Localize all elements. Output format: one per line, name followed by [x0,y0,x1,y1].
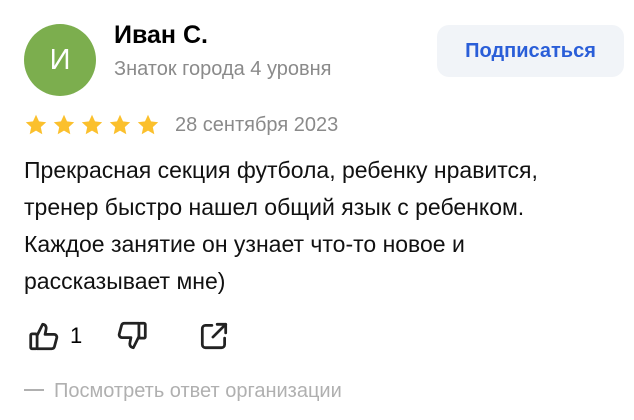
avatar-letter: И [49,43,71,76]
like-count: 1 [70,323,83,348]
dislike-button[interactable] [112,316,152,356]
star-icon [109,114,131,135]
dash-divider [24,388,44,391]
star-icon [137,114,159,135]
author-name[interactable]: Иван С. [114,21,208,50]
review-date: 28 сентября 2023 [175,114,339,136]
like-button[interactable] [24,316,64,356]
review-text: Прекрасная секция футбола, ребенку нрави… [24,157,538,294]
review-actions: 1 [24,316,234,356]
star-icon [25,114,47,135]
avatar[interactable]: И [24,24,96,96]
star-icon [53,114,75,135]
share-button[interactable] [194,316,234,356]
view-org-reply-link[interactable]: Посмотреть ответ организации [24,378,342,404]
org-reply-label: Посмотреть ответ организации [54,380,342,402]
thumbs-up-icon [29,322,59,351]
share-icon [201,322,228,350]
thumbs-down-icon [118,321,147,350]
star-icon [81,114,103,135]
rating-stars [24,112,160,138]
author-status: Знаток города 4 уровня [114,58,332,80]
subscribe-button[interactable]: Подписаться [437,25,624,77]
